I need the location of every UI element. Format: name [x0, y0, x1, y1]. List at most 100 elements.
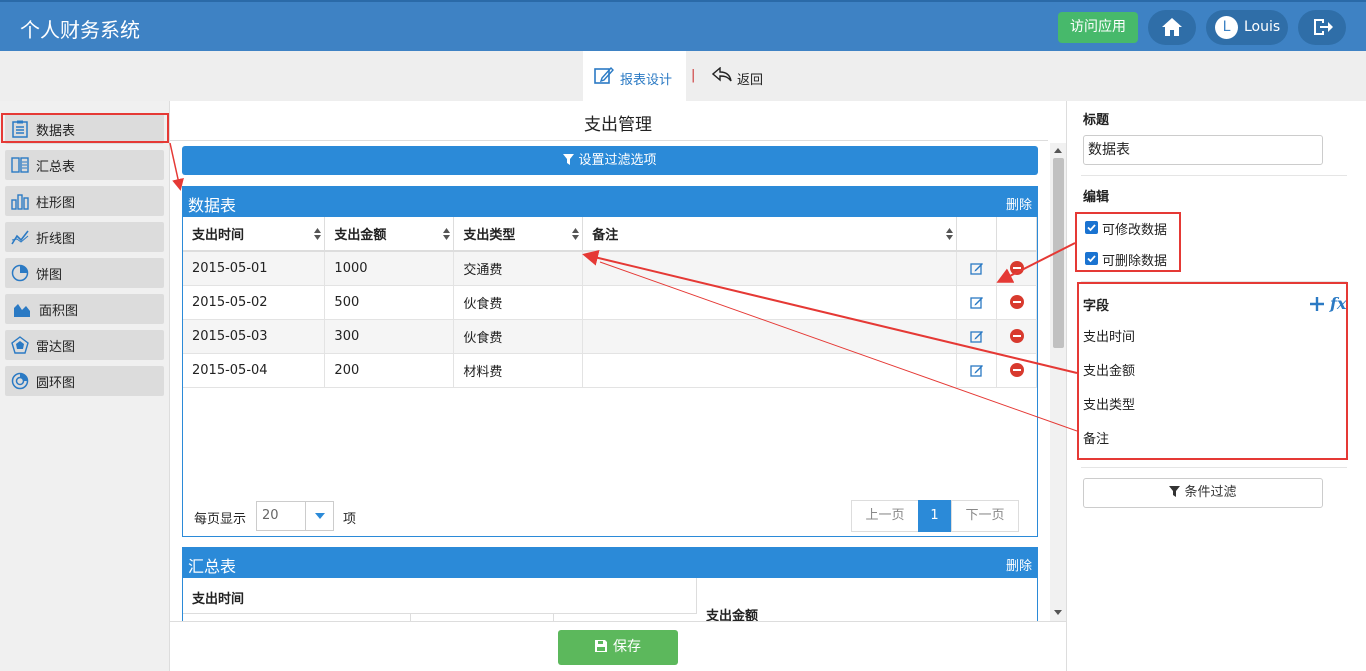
pie-chart-icon	[11, 264, 29, 282]
page-size-select[interactable]: 20	[256, 501, 334, 531]
component-sidebar: 数据表 汇总表 柱形图 折线图 饼图 面积图 雷达图 圆环图	[0, 101, 170, 671]
sidebar-item-donut-chart[interactable]: 圆环图	[5, 366, 164, 396]
column-header[interactable]: 支出类型	[453, 217, 584, 252]
sidebar-item-label: 面积图	[39, 304, 79, 319]
panel-header: 汇总表 删除	[183, 548, 1037, 578]
divider	[1081, 175, 1347, 176]
tab-report-design-label: 报表设计	[620, 73, 673, 88]
back-button[interactable]: 返回	[712, 66, 772, 88]
delete-icon[interactable]	[1009, 295, 1024, 309]
condition-filter-button[interactable]: 条件过滤	[1083, 478, 1323, 508]
filter-options-button[interactable]: 设置过滤选项	[182, 146, 1038, 175]
sidebar-item-radar-chart[interactable]: 雷达图	[5, 330, 164, 360]
tab-report-design[interactable]: 报表设计	[583, 51, 686, 101]
column-header-label: 支出时间	[192, 228, 245, 243]
table-cell	[582, 319, 957, 354]
save-label: 保存	[613, 639, 641, 655]
data-table-panel[interactable]: 数据表 删除 支出时间 支出金额 支出类型 备注 2015-05-01 1000 交…	[182, 186, 1038, 537]
table-body: 2015-05-01 1000 交通费 2015-05-02 500 伙食费 2015-05…	[183, 251, 1038, 388]
column-header[interactable]: 备注	[582, 217, 957, 252]
user-menu-button[interactable]: L Louis	[1206, 10, 1288, 45]
column-header[interactable]: 支出时间	[183, 217, 326, 252]
visit-app-button[interactable]: 访问应用	[1058, 12, 1138, 43]
summary-table-panel[interactable]: 汇总表 删除 支出时间 支出金额	[182, 547, 1038, 628]
divider	[170, 140, 1048, 141]
edit-icon[interactable]	[970, 363, 984, 377]
app-title: 个人财务系统	[20, 18, 140, 42]
column-header[interactable]: 支出金额	[324, 217, 455, 252]
table-row[interactable]: 2015-05-02 500 伙食费	[183, 285, 1038, 320]
title-input[interactable]: 数据表	[1083, 135, 1323, 165]
table-cell	[582, 353, 957, 388]
sidebar-item-line-chart[interactable]: 折线图	[5, 222, 164, 252]
sidebar-item-pie-chart[interactable]: 饼图	[5, 258, 164, 288]
dropdown-arrow[interactable]	[305, 502, 333, 530]
edit-cell	[956, 319, 997, 354]
column-header-label: 支出类型	[463, 228, 516, 243]
delete-icon[interactable]	[1009, 363, 1024, 377]
design-toolbar: 报表设计 | 返回	[0, 51, 1366, 101]
sort-icon	[945, 228, 953, 240]
delete-panel-button[interactable]: 删除	[1006, 194, 1032, 213]
sidebar-item-label: 圆环图	[36, 376, 76, 391]
sidebar-item-summary-table[interactable]: 汇总表	[5, 150, 164, 180]
sidebar-item-label: 柱形图	[36, 196, 76, 211]
radar-chart-icon	[11, 336, 29, 354]
sidebar-item-area-chart[interactable]: 面积图	[5, 294, 164, 324]
edit-icon[interactable]	[970, 295, 984, 309]
table-row[interactable]: 2015-05-03 300 伙食费	[183, 319, 1038, 354]
table-cell: 500	[324, 285, 455, 320]
table-row[interactable]: 2015-05-04 200 材料费	[183, 353, 1038, 388]
summary-col-label: 支出时间	[192, 592, 245, 607]
current-page-button[interactable]: 1	[918, 500, 951, 532]
delete-panel-button[interactable]: 删除	[1006, 555, 1032, 574]
delete-icon[interactable]	[1009, 329, 1024, 343]
summary-table-icon	[11, 157, 29, 173]
donut-chart-icon	[11, 372, 29, 390]
column-header	[996, 217, 1038, 252]
edit-icon[interactable]	[970, 329, 984, 343]
edit-cell	[956, 251, 997, 286]
edit-cell	[956, 353, 997, 388]
scroll-up-icon	[1054, 148, 1062, 153]
next-page-button[interactable]: 下一页	[951, 500, 1019, 532]
logout-icon	[1314, 19, 1333, 35]
bar-chart-icon	[11, 194, 29, 210]
sidebar-item-label: 折线图	[36, 232, 76, 247]
delete-cell	[996, 285, 1038, 320]
save-icon	[595, 640, 607, 652]
highlight-box	[1077, 282, 1348, 460]
page-title: 支出管理	[584, 115, 652, 135]
sidebar-item-label: 饼图	[36, 268, 63, 283]
table-cell: 200	[324, 353, 455, 388]
report-canvas: 支出管理 设置过滤选项 数据表 删除 支出时间 支出金额 支出类型 备注 201…	[170, 101, 1066, 671]
edit-label: 编辑	[1083, 190, 1110, 205]
logout-button[interactable]	[1298, 10, 1346, 45]
prev-page-button[interactable]: 上一页	[851, 500, 919, 532]
table-row[interactable]: 2015-05-01 1000 交通费	[183, 251, 1038, 286]
table-cell: 伙食费	[453, 285, 584, 320]
table-cell: 2015-05-03	[183, 319, 326, 354]
title-label: 标题	[1083, 113, 1110, 128]
avatar: L	[1215, 16, 1238, 39]
edit-icon[interactable]	[970, 261, 984, 275]
scrollbar-thumb[interactable]	[1053, 158, 1064, 348]
column-header-label: 备注	[592, 228, 619, 243]
home-button[interactable]	[1148, 10, 1196, 45]
edit-report-icon	[594, 66, 614, 84]
home-icon	[1162, 18, 1182, 36]
table-cell: 2015-05-04	[183, 353, 326, 388]
sidebar-item-bar-chart[interactable]: 柱形图	[5, 186, 164, 216]
delete-cell	[996, 251, 1038, 286]
vertical-scrollbar[interactable]	[1050, 143, 1066, 621]
save-button[interactable]: 保存	[558, 630, 678, 665]
column-header-label: 支出金额	[334, 228, 387, 243]
table-cell: 交通费	[453, 251, 584, 286]
page-size-label: 每页显示	[194, 512, 247, 527]
table-cell	[582, 251, 957, 286]
sort-icon	[572, 228, 580, 240]
scroll-down-icon	[1054, 610, 1062, 615]
highlight-box	[1, 113, 169, 143]
delete-icon[interactable]	[1009, 261, 1024, 276]
table-cell: 2015-05-02	[183, 285, 326, 320]
